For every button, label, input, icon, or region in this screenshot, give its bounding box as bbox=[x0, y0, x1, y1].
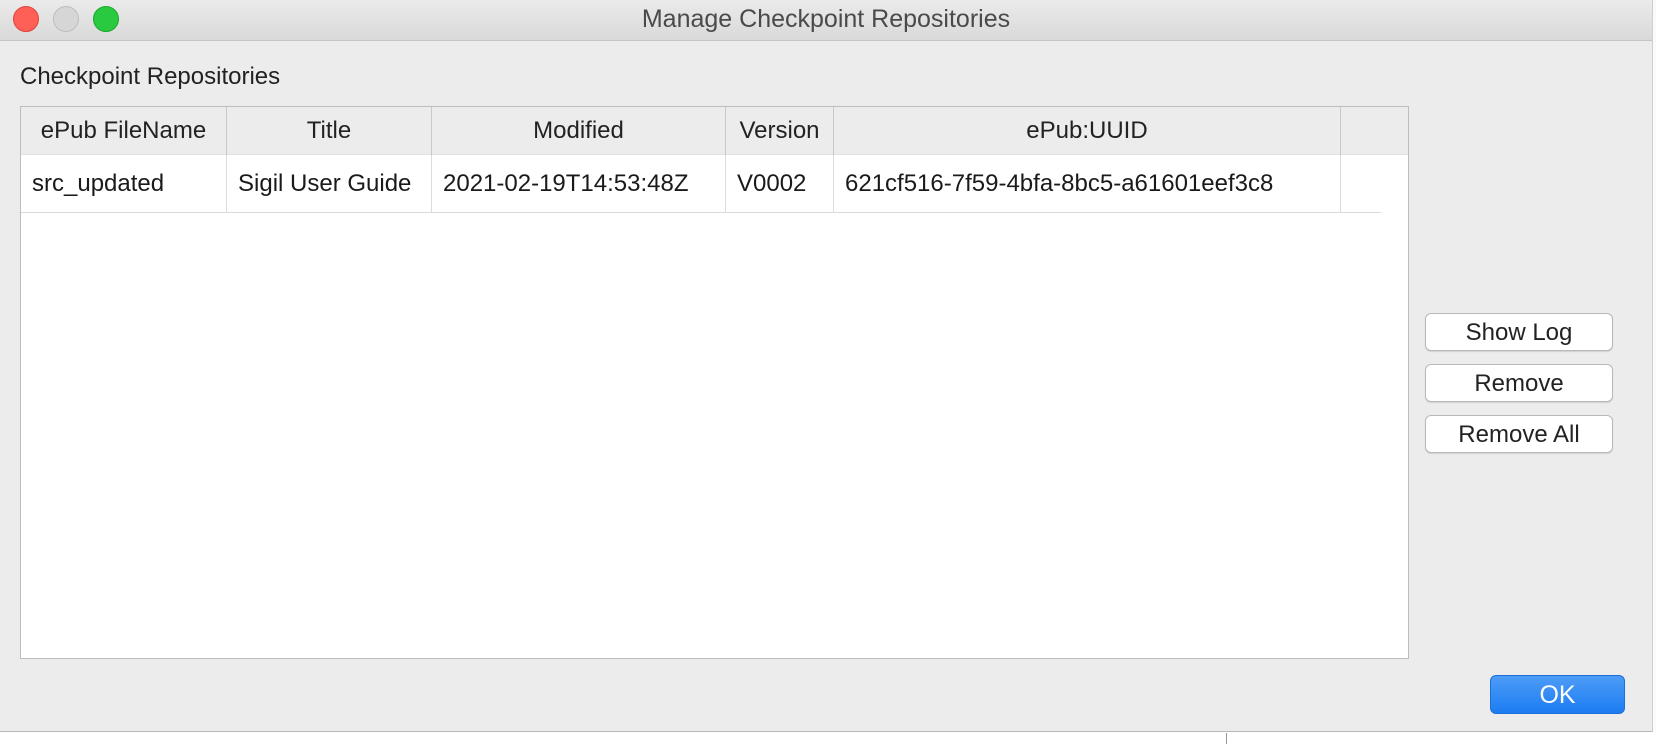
column-header-title[interactable]: Title bbox=[227, 107, 432, 155]
window-title: Manage Checkpoint Repositories bbox=[641, 5, 1011, 33]
cell-version: V0002 bbox=[726, 155, 834, 212]
cell-title: Sigil User Guide bbox=[227, 155, 432, 212]
cell-filename: src_updated bbox=[21, 155, 227, 212]
title-bar: Manage Checkpoint Repositories bbox=[0, 0, 1652, 41]
table-header: ePub FileName Title Modified Version ePu… bbox=[21, 107, 1408, 155]
repositories-table[interactable]: ePub FileName Title Modified Version ePu… bbox=[20, 106, 1409, 659]
remove-all-button[interactable]: Remove All bbox=[1425, 415, 1613, 453]
background-window-edge bbox=[1652, 0, 1656, 744]
column-header-uuid[interactable]: ePub:UUID bbox=[834, 107, 1341, 155]
cell-modified: 2021-02-19T14:53:48Z bbox=[432, 155, 726, 212]
show-log-button[interactable]: Show Log bbox=[1425, 313, 1613, 351]
column-header-filename[interactable]: ePub FileName bbox=[21, 107, 227, 155]
ok-button[interactable]: OK bbox=[1490, 675, 1625, 714]
remove-button[interactable]: Remove bbox=[1425, 364, 1613, 402]
group-label: Checkpoint Repositories bbox=[20, 63, 281, 90]
column-header-version[interactable]: Version bbox=[726, 107, 834, 155]
table-row[interactable]: src_updated Sigil User Guide 2021-02-19T… bbox=[21, 155, 1381, 213]
background-pane-divider bbox=[1226, 733, 1227, 744]
column-header-modified[interactable]: Modified bbox=[432, 107, 726, 155]
cell-uuid: 621cf516-7f59-4bfa-8bc5-a61601eef3c8 bbox=[834, 155, 1341, 212]
manage-checkpoint-dialog: Manage Checkpoint Repositories Checkpoin… bbox=[0, 0, 1652, 732]
background-code-view bbox=[0, 732, 1656, 744]
